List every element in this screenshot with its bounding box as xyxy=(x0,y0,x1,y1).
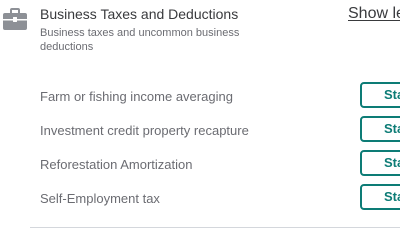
list-item: Reforestation Amortization Sta xyxy=(0,150,400,178)
section-divider xyxy=(30,227,400,228)
list-item: Investment credit property recapture Sta xyxy=(0,116,400,144)
start-button[interactable]: Sta xyxy=(360,116,400,142)
show-less-link[interactable]: Show le xyxy=(348,5,400,23)
row-label: Farm or fishing income averaging xyxy=(40,89,233,104)
row-label: Reforestation Amortization xyxy=(40,157,193,172)
list-item: Farm or fishing income averaging Sta xyxy=(0,82,400,110)
start-button[interactable]: Sta xyxy=(360,82,400,108)
start-button[interactable]: Sta xyxy=(360,150,400,176)
row-label: Investment credit property recapture xyxy=(40,123,249,138)
row-label: Self-Employment tax xyxy=(40,191,160,206)
business-taxes-section: Business Taxes and Deductions Business t… xyxy=(0,0,400,242)
list-item: Self-Employment tax Sta xyxy=(0,184,400,212)
briefcase-icon xyxy=(3,8,27,30)
section-description: Business taxes and uncommon business ded… xyxy=(40,27,240,53)
section-title: Business Taxes and Deductions xyxy=(40,6,239,22)
start-button[interactable]: Sta xyxy=(360,184,400,210)
